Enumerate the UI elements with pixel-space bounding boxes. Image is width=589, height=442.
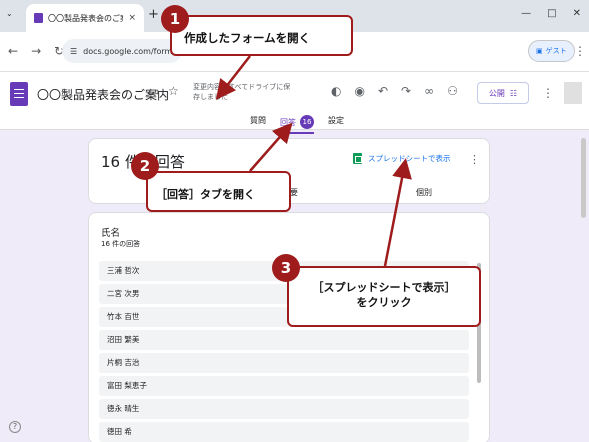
callout-open-form: 作成したフォームを開く <box>170 15 353 56</box>
callout-3-line1: ［スプレッドシートで表示］ <box>312 281 456 294</box>
step-1-badge: 1 <box>161 5 189 33</box>
callout-2-text: ［回答］タブを開く <box>156 187 255 201</box>
callout-1-text: 作成したフォームを開く <box>184 30 311 45</box>
arrow-1 <box>215 55 251 100</box>
arrow-2 <box>249 122 293 172</box>
callout-3-line2: をクリック <box>356 296 412 309</box>
step-2-badge: 2 <box>131 152 159 180</box>
callout-arrows <box>215 55 412 267</box>
step-3-badge: 3 <box>272 254 300 282</box>
callout-open-responses-tab: ［回答］タブを開く <box>146 171 291 212</box>
arrow-3 <box>383 158 412 267</box>
callout-click-sheets: ［スプレッドシートで表示］ をクリック <box>287 266 481 327</box>
